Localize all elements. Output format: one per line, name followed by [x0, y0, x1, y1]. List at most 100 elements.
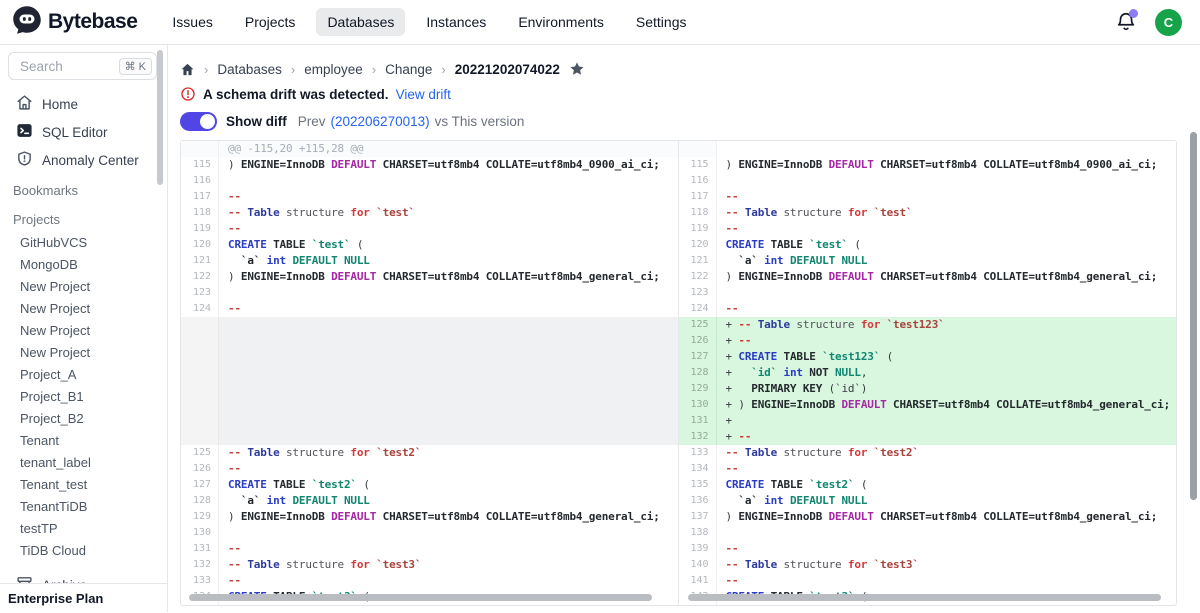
- project-item[interactable]: TiDB Cloud: [0, 540, 167, 562]
- diff-pane-current: 115) ENGINE=InnoDB DEFAULT CHARSET=utf8m…: [679, 141, 1177, 605]
- notification-bell-icon[interactable]: [1115, 11, 1137, 33]
- sidebar-section-projects[interactable]: Projects: [0, 203, 167, 232]
- left-pane-horizontal-scrollbar[interactable]: [189, 594, 652, 601]
- diff-row: 115) ENGINE=InnoDB DEFAULT CHARSET=utf8m…: [679, 157, 1177, 173]
- line-number: [181, 429, 219, 445]
- line-number: 132: [181, 557, 219, 573]
- notification-dot: [1129, 9, 1138, 18]
- diff-row: 141--: [679, 573, 1177, 589]
- diff-row: 116: [181, 173, 678, 189]
- line-number: 123: [181, 285, 219, 301]
- diff-pane-previous: @@ -115,20 +115,28 @@115) ENGINE=InnoDB …: [181, 141, 679, 605]
- breadcrumb: › Databases › employee › Change › 202212…: [180, 58, 1200, 80]
- diff-added-row: 128+ `id` int NOT NULL,: [679, 365, 1177, 381]
- prev-version-link[interactable]: (202206270013): [331, 114, 430, 129]
- breadcrumb-separator: ›: [441, 62, 445, 77]
- nav-item-databases[interactable]: Databases: [316, 8, 405, 36]
- search-input[interactable]: [18, 58, 119, 75]
- project-item[interactable]: Tenant: [0, 430, 167, 452]
- nav-item-instances[interactable]: Instances: [415, 8, 497, 36]
- sidebar-scrollbar[interactable]: [157, 50, 163, 185]
- code-line: [219, 365, 678, 381]
- line-number: [181, 333, 219, 349]
- diff-added-row: 127+ CREATE TABLE `test123` (: [679, 349, 1177, 365]
- diff-row: 125-- Table structure for `test2`: [181, 445, 678, 461]
- bookmark-star-icon[interactable]: [569, 61, 585, 77]
- project-item[interactable]: MongoDB: [0, 254, 167, 276]
- code-line: `a` int DEFAULT NULL: [219, 253, 678, 269]
- project-item[interactable]: TenantTiDB: [0, 496, 167, 518]
- line-number: 119: [181, 221, 219, 237]
- breadcrumb-separator: ›: [291, 62, 295, 77]
- line-number: 132: [679, 429, 717, 445]
- diff-row: 119--: [181, 221, 678, 237]
- code-line: --: [219, 221, 678, 237]
- diff-row: 130: [181, 525, 678, 541]
- page-vertical-scrollbar[interactable]: [1190, 132, 1197, 500]
- breadcrumb-item-employee[interactable]: employee: [304, 62, 363, 77]
- diff-filler-row: [181, 349, 678, 365]
- diff-row: 139--: [679, 541, 1177, 557]
- code-line: + --: [717, 429, 1177, 445]
- sidebar-item-anomaly-center[interactable]: Anomaly Center: [0, 146, 167, 174]
- nav-item-environments[interactable]: Environments: [507, 8, 615, 36]
- line-number: 138: [679, 525, 717, 541]
- breadcrumb-item-change[interactable]: Change: [385, 62, 432, 77]
- code-line: ) ENGINE=InnoDB DEFAULT CHARSET=utf8mb4 …: [717, 157, 1177, 173]
- line-number: [679, 141, 717, 157]
- breadcrumb-home-icon[interactable]: [180, 62, 195, 77]
- avatar[interactable]: C: [1155, 9, 1182, 36]
- code-line: CREATE TABLE `test2` (: [219, 477, 678, 493]
- diff-row: 120CREATE TABLE `test` (: [181, 237, 678, 253]
- code-line: --: [717, 221, 1177, 237]
- line-number: 133: [679, 445, 717, 461]
- plan-badge: Enterprise Plan: [0, 583, 167, 612]
- search-box[interactable]: ⌘ K: [8, 52, 157, 80]
- sidebar-item-home[interactable]: Home: [0, 90, 167, 118]
- diff-filler-row: [181, 365, 678, 381]
- vs-this-version-label: vs This version: [435, 114, 525, 129]
- line-number: 119: [679, 221, 717, 237]
- project-item[interactable]: New Project: [0, 298, 167, 320]
- nav-item-settings[interactable]: Settings: [625, 8, 698, 36]
- project-item[interactable]: Project_B1: [0, 386, 167, 408]
- diff-row: 123: [679, 285, 1177, 301]
- diff-row: 137) ENGINE=InnoDB DEFAULT CHARSET=utf8m…: [679, 509, 1177, 525]
- breadcrumb-separator: ›: [204, 62, 208, 77]
- nav-item-issues[interactable]: Issues: [161, 8, 223, 36]
- code-line: --: [219, 573, 678, 589]
- code-line: `a` int DEFAULT NULL: [717, 253, 1177, 269]
- project-item[interactable]: Tenant_test: [0, 474, 167, 496]
- project-item[interactable]: tenant_label: [0, 452, 167, 474]
- project-list: GitHubVCSMongoDBNew ProjectNew ProjectNe…: [0, 232, 167, 562]
- right-pane-horizontal-scrollbar[interactable]: [688, 594, 1161, 601]
- breadcrumb-item-databases[interactable]: Databases: [217, 62, 282, 77]
- code-line: [219, 317, 678, 333]
- code-line: --: [219, 189, 678, 205]
- project-item[interactable]: New Project: [0, 276, 167, 298]
- code-line: --: [717, 541, 1177, 557]
- diff-filler-row: [181, 397, 678, 413]
- bytebase-brand[interactable]: Bytebase: [12, 5, 137, 40]
- project-item[interactable]: GitHubVCS: [0, 232, 167, 254]
- view-drift-link[interactable]: View drift: [396, 87, 451, 102]
- code-line: [219, 285, 678, 301]
- diff-row: 138: [679, 525, 1177, 541]
- line-number: 137: [679, 509, 717, 525]
- line-number: 115: [679, 157, 717, 173]
- diff-row: 121 `a` int DEFAULT NULL: [181, 253, 678, 269]
- diff-row: 131--: [181, 541, 678, 557]
- project-item[interactable]: testTP: [0, 518, 167, 540]
- sidebar-section-bookmarks[interactable]: Bookmarks: [0, 174, 167, 203]
- sidebar-item-sql-editor[interactable]: SQL Editor: [0, 118, 167, 146]
- project-item[interactable]: Project_B2: [0, 408, 167, 430]
- brand-name: Bytebase: [48, 10, 137, 34]
- code-line: -- Table structure for `test2`: [717, 445, 1177, 461]
- project-item[interactable]: New Project: [0, 342, 167, 364]
- project-item[interactable]: Project_A: [0, 364, 167, 386]
- show-diff-toggle[interactable]: [180, 112, 217, 131]
- code-line: --: [219, 541, 678, 557]
- line-number: 133: [181, 573, 219, 589]
- nav-item-projects[interactable]: Projects: [234, 8, 307, 36]
- project-item[interactable]: New Project: [0, 320, 167, 342]
